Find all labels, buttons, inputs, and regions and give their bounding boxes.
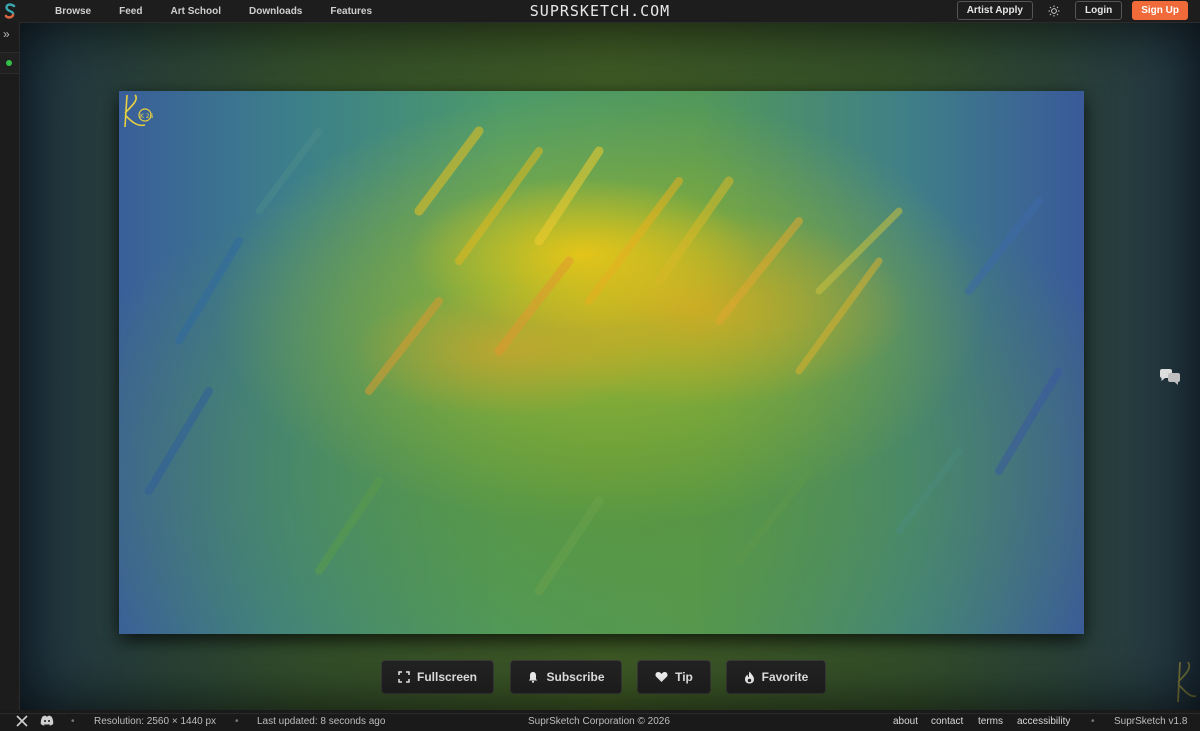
last-updated-text: Last updated: 8 seconds ago: [257, 716, 386, 727]
version-text: SuprSketch v1.8: [1114, 716, 1188, 727]
discord-icon[interactable]: [40, 715, 54, 729]
nav-browse[interactable]: Browse: [55, 6, 91, 17]
footer-link-terms[interactable]: terms: [978, 716, 1003, 727]
x-icon[interactable]: [16, 715, 28, 730]
nav-features[interactable]: Features: [330, 6, 372, 17]
favorite-button[interactable]: Favorite: [726, 660, 826, 694]
fullscreen-label: Fullscreen: [416, 670, 478, 684]
top-nav-bar: Browse Feed Art School Downloads Feature…: [0, 0, 1200, 23]
nav-downloads[interactable]: Downloads: [249, 6, 302, 17]
footer-link-about[interactable]: about: [893, 716, 918, 727]
signature-text: K 26: [140, 113, 154, 120]
separator-dot: •: [71, 716, 75, 727]
resolution-text: Resolution: 2560 × 1440 px: [94, 716, 217, 727]
bell-icon: [529, 672, 538, 683]
footer-link-accessibility[interactable]: accessibility: [1017, 716, 1070, 727]
favorite-label: Favorite: [761, 670, 809, 684]
tip-label: Tip: [675, 670, 693, 684]
footer-bar: • Resolution: 2560 × 1440 px • Last upda…: [0, 713, 1200, 731]
nav-feed[interactable]: Feed: [119, 6, 142, 17]
double-chevron-right-icon[interactable]: »: [3, 27, 10, 41]
flame-icon: [744, 671, 754, 683]
brand-title[interactable]: SUPRSKETCH.COM: [530, 2, 670, 20]
artwork-image[interactable]: K 26: [119, 91, 1084, 634]
copyright-text: SuprSketch Corporation © 2026: [528, 716, 670, 727]
rail-status-item[interactable]: [0, 52, 19, 74]
sun-icon[interactable]: [1047, 4, 1061, 18]
separator-dot: •: [235, 716, 239, 727]
left-rail: »: [0, 22, 20, 710]
heart-icon: [655, 672, 668, 682]
footer-link-contact[interactable]: contact: [931, 716, 963, 727]
chat-bubbles-icon[interactable]: [1158, 368, 1182, 393]
fullscreen-button[interactable]: Fullscreen: [381, 660, 494, 694]
brush-strokes: [145, 126, 1063, 596]
status-dot-icon: [6, 60, 12, 66]
artist-signature: K 26: [124, 94, 154, 128]
nav-art-school[interactable]: Art School: [170, 6, 221, 17]
login-button[interactable]: Login: [1075, 1, 1123, 20]
signup-button[interactable]: Sign Up: [1132, 1, 1188, 20]
separator-dot: •: [1091, 716, 1095, 727]
fullscreen-icon: [398, 671, 410, 683]
suprsketch-logo-icon[interactable]: [4, 3, 18, 19]
background-signature: [1177, 661, 1197, 703]
artwork-stage: K 26 Fullscreen Subscribe Tip Favorite: [20, 23, 1200, 710]
artist-apply-button[interactable]: Artist Apply: [956, 1, 1033, 20]
artwork-actions: Fullscreen Subscribe Tip Favorite: [381, 660, 826, 694]
subscribe-label: Subscribe: [546, 670, 605, 684]
subscribe-button[interactable]: Subscribe: [510, 660, 622, 694]
tip-button[interactable]: Tip: [637, 660, 711, 694]
